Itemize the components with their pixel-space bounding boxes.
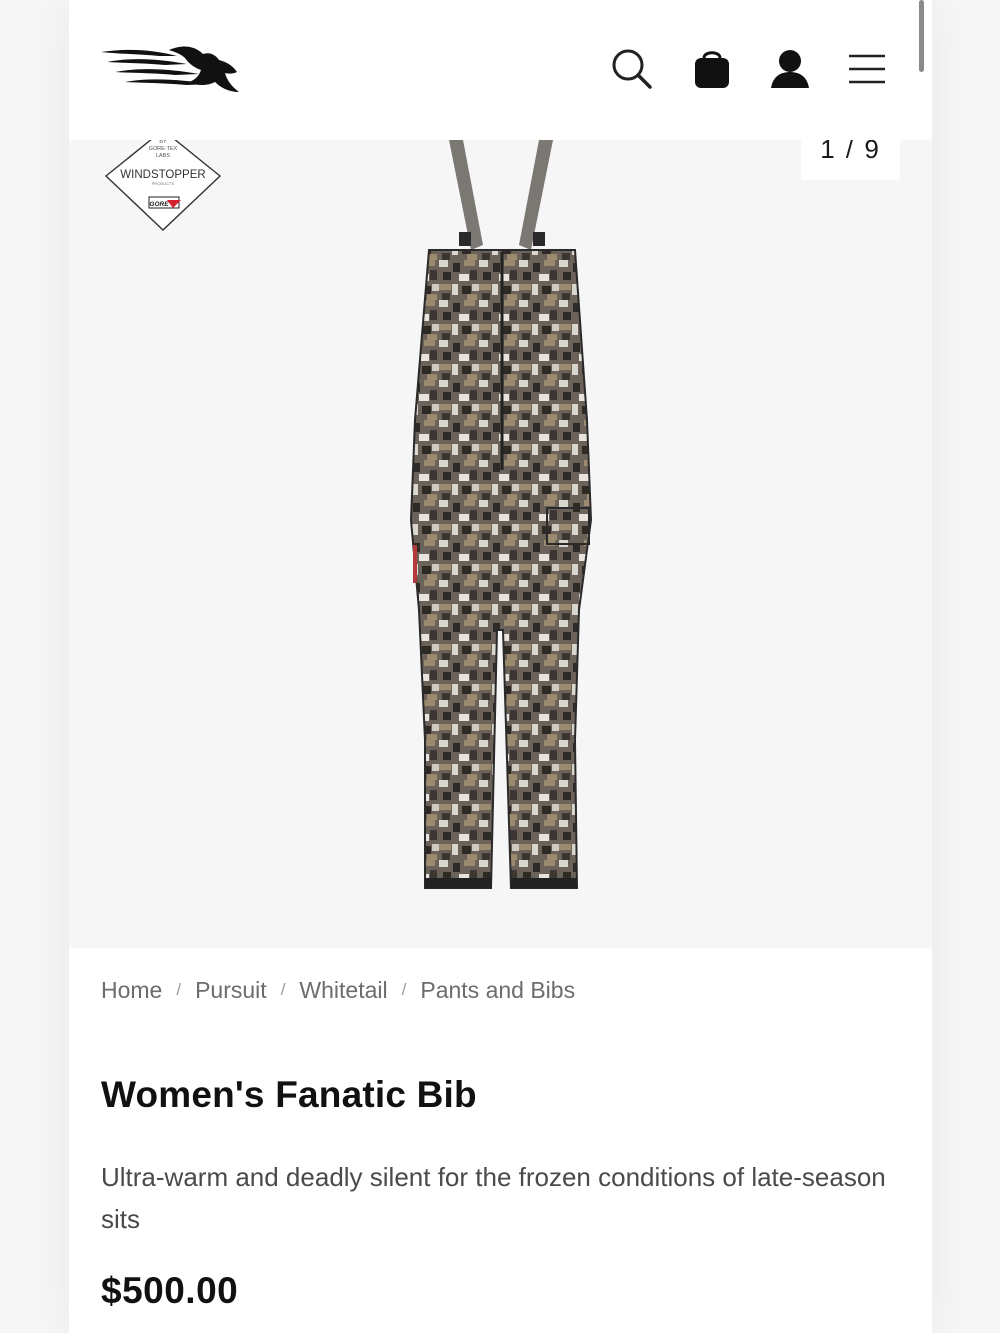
badge-gore: GORE [149, 201, 169, 208]
badge-line3: LABS [156, 153, 170, 159]
windstopper-badge: BY GORE-TEX LABS WINDSTOPPER PRODUCTS GO… [104, 140, 222, 231]
scrollbar[interactable] [919, 0, 924, 72]
breadcrumb-separator: / [401, 980, 407, 999]
product-image[interactable] [399, 140, 604, 900]
breadcrumb-whitetail[interactable]: Whitetail [299, 977, 387, 1004]
product-description: Ultra-warm and deadly silent for the fro… [101, 1162, 886, 1234]
product-image-gallery[interactable]: BY GORE-TEX LABS WINDSTOPPER PRODUCTS GO… [69, 140, 932, 948]
breadcrumb-home[interactable]: Home [101, 977, 162, 1004]
product-page: BY GORE-TEX LABS WINDSTOPPER PRODUCTS GO… [69, 0, 932, 1333]
badge-line1: BY [159, 140, 167, 145]
shopping-bag-icon[interactable] [689, 46, 735, 92]
breadcrumb-pursuit[interactable]: Pursuit [195, 977, 267, 1004]
search-icon[interactable] [609, 46, 655, 92]
account-icon[interactable] [767, 46, 813, 92]
breadcrumb-separator: / [176, 980, 182, 999]
breadcrumb: Home / Pursuit / Whitetail / Pants and B… [101, 975, 575, 1005]
site-header [69, 0, 932, 140]
product-title: Women's Fanatic Bib [101, 1074, 477, 1115]
menu-icon[interactable] [845, 46, 891, 92]
breadcrumb-separator: / [280, 980, 286, 999]
badge-line2: GORE-TEX [149, 146, 178, 152]
badge-sub: PRODUCTS [152, 181, 175, 186]
breadcrumb-pants-and-bibs[interactable]: Pants and Bibs [420, 977, 575, 1004]
image-counter: 1 / 9 [801, 140, 900, 180]
badge-brand: WINDSTOPPER [120, 169, 205, 181]
product-price: $500.00 [101, 1270, 239, 1311]
sitka-logo[interactable] [99, 42, 241, 96]
